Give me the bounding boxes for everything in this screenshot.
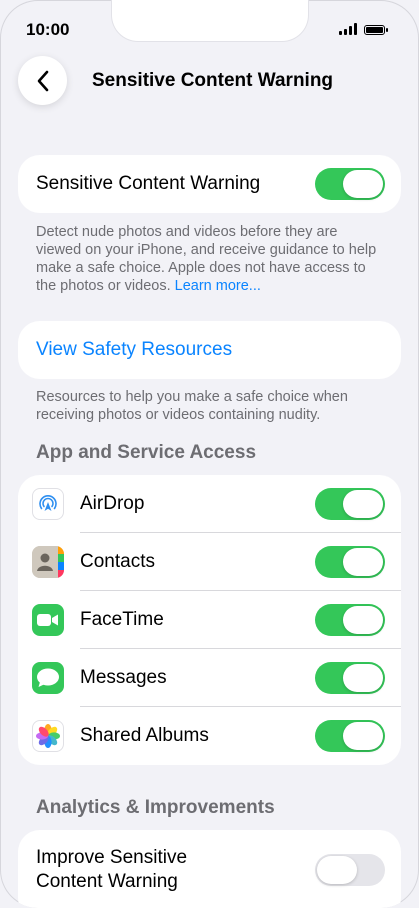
battery-icon	[364, 25, 388, 35]
sensitive-content-label: Sensitive Content Warning	[36, 173, 261, 194]
contacts-toggle[interactable]	[315, 546, 385, 578]
sensitive-content-row: Sensitive Content Warning	[18, 155, 401, 213]
improve-label-line2: Content Warning	[36, 871, 178, 892]
learn-more-link[interactable]: Learn more...	[175, 278, 261, 294]
airdrop-label: AirDrop	[80, 493, 145, 514]
status-icons	[339, 23, 388, 35]
facetime-label: FaceTime	[80, 609, 164, 630]
shared-albums-label: Shared Albums	[80, 725, 209, 746]
page-title: Sensitive Content Warning	[92, 70, 334, 91]
toggle-knob	[343, 664, 383, 692]
dynamic-island-notch	[112, 0, 308, 41]
toggle-knob	[317, 856, 357, 884]
safety-resources-card: View Safety Resources	[18, 321, 401, 379]
sensitive-content-card: Sensitive Content Warning	[18, 155, 401, 213]
status-time: 10:00	[26, 20, 70, 39]
airdrop-icon	[32, 488, 64, 520]
phone-screen: 10:00 Sensitive Content Warning Sensitiv…	[0, 0, 419, 908]
list-item-messages: Messages	[18, 649, 401, 707]
photos-icon	[32, 720, 64, 752]
list-item-contacts: Contacts	[18, 533, 401, 591]
toggle-knob	[343, 606, 383, 634]
improve-label-line1: Improve Sensitive	[36, 847, 188, 868]
description-footnote: Detect nude photos and videos before the…	[36, 223, 381, 295]
improve-label: Improve Sensitive Content Warning	[36, 846, 187, 894]
facetime-icon	[32, 604, 64, 636]
messages-label: Messages	[80, 667, 167, 688]
sensitive-content-toggle[interactable]	[315, 168, 385, 200]
view-safety-resources-row[interactable]: View Safety Resources	[18, 321, 401, 379]
toggle-knob	[343, 722, 383, 750]
view-safety-resources-link[interactable]: View Safety Resources	[36, 339, 232, 361]
messages-icon	[32, 662, 64, 694]
list-item-facetime: FaceTime	[18, 591, 401, 649]
improve-toggle[interactable]	[315, 854, 385, 886]
analytics-header: Analytics & Improvements	[36, 797, 275, 818]
toggle-knob	[343, 548, 383, 576]
list-item-shared-albums: Shared Albums	[18, 707, 401, 765]
contacts-label: Contacts	[80, 551, 155, 572]
cellular-signal-icon	[339, 23, 357, 35]
safety-footnote: Resources to help you make a safe choice…	[36, 389, 348, 423]
list-item-airdrop: AirDrop	[18, 475, 401, 533]
toggle-knob	[343, 170, 383, 198]
analytics-card: Improve Sensitive Content Warning	[18, 830, 401, 908]
contacts-icon	[32, 546, 64, 578]
shared-albums-toggle[interactable]	[315, 720, 385, 752]
messages-toggle[interactable]	[315, 662, 385, 694]
chevron-left-icon	[37, 70, 48, 91]
back-button[interactable]	[18, 56, 67, 105]
app-access-card: AirDrop Contacts FaceTime Messages Share…	[18, 475, 401, 765]
toggle-knob	[343, 490, 383, 518]
airdrop-toggle[interactable]	[315, 488, 385, 520]
app-access-header: App and Service Access	[36, 442, 257, 463]
facetime-toggle[interactable]	[315, 604, 385, 636]
